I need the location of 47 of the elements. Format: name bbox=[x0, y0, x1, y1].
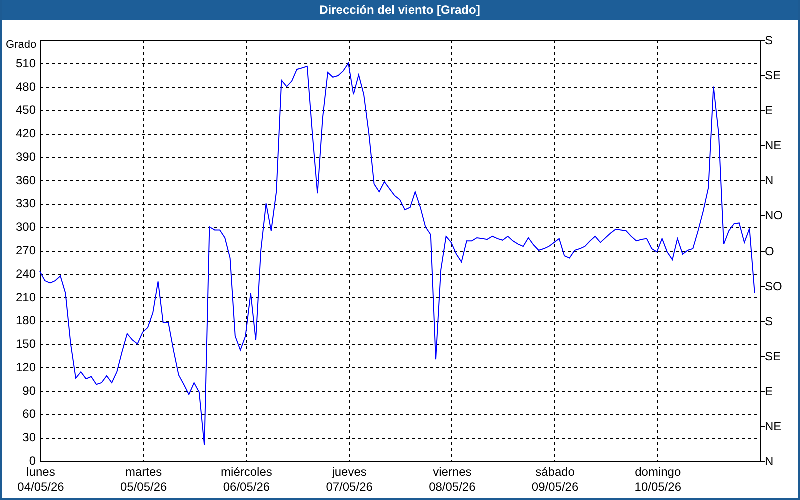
axis-label: 270 bbox=[16, 244, 36, 258]
axis-label: O bbox=[765, 244, 774, 258]
axis-title: Grado bbox=[6, 39, 37, 51]
axis-label: SE bbox=[765, 68, 782, 82]
axis-label: martes bbox=[126, 465, 162, 479]
axis-label: 07/05/26 bbox=[326, 480, 373, 494]
axis-label: sábado bbox=[536, 465, 575, 479]
axis-label: 210 bbox=[16, 290, 36, 304]
axis-label: 0 bbox=[29, 454, 36, 468]
axis-label: 360 bbox=[16, 173, 36, 188]
axis-label: 150 bbox=[16, 337, 36, 352]
axis-label: N bbox=[765, 454, 774, 468]
axis-label: 420 bbox=[16, 126, 36, 141]
window-title: Dirección del viento [Grado] bbox=[320, 2, 480, 19]
axis-label: 300 bbox=[16, 220, 36, 234]
axis-label: NE bbox=[765, 420, 782, 434]
axis-label: 10/05/26 bbox=[634, 480, 682, 494]
axis-label: jueves bbox=[332, 465, 367, 479]
axis-label: NO bbox=[765, 208, 783, 222]
axis-label: 510 bbox=[16, 56, 36, 70]
axis-label: 05/05/26 bbox=[120, 480, 168, 494]
axis-label: 60 bbox=[22, 407, 36, 422]
axis-label: 09/05/26 bbox=[532, 480, 579, 494]
axis-label: NE bbox=[765, 138, 782, 152]
axis-label: 180 bbox=[16, 314, 36, 328]
axis-label: S bbox=[765, 34, 774, 48]
axis-label: viernes bbox=[433, 465, 472, 479]
axis-label: 04/05/26 bbox=[18, 480, 64, 494]
axis-label: miércoles bbox=[221, 465, 272, 479]
axis-label: S bbox=[765, 314, 774, 328]
axis-label: 450 bbox=[16, 103, 36, 118]
axis-label: E bbox=[765, 384, 774, 398]
axis-label: SE bbox=[765, 350, 782, 364]
axis-label: 390 bbox=[16, 150, 36, 164]
axis-label: 480 bbox=[16, 80, 36, 94]
axis-label: 30 bbox=[22, 430, 36, 445]
axis-label: domingo bbox=[635, 465, 682, 479]
axis-label: SO bbox=[765, 280, 782, 294]
axis-label: 06/05/26 bbox=[223, 480, 270, 494]
axis-label: N bbox=[765, 174, 774, 188]
axis-label: 330 bbox=[16, 196, 36, 211]
axis-label: 120 bbox=[16, 360, 36, 374]
axis-label: 08/05/26 bbox=[429, 480, 476, 494]
axis-label: E bbox=[765, 104, 774, 118]
axis-label: 90 bbox=[22, 384, 36, 398]
axis-label: 240 bbox=[16, 266, 36, 281]
axis-label: lunes bbox=[26, 465, 56, 479]
